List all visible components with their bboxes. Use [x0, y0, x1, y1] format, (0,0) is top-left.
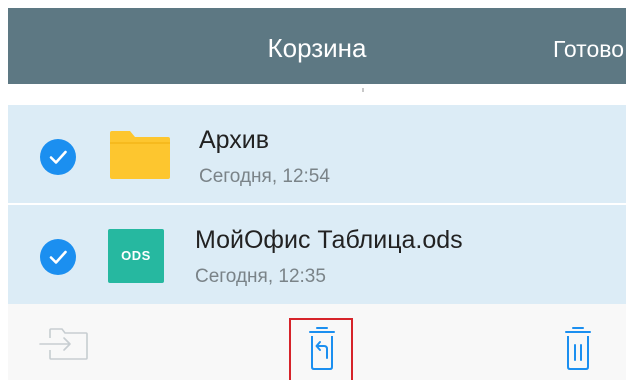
restore-button[interactable]	[289, 304, 355, 380]
file-date: Сегодня, 12:35	[195, 266, 326, 287]
screen: Корзина Готово Архив Сегодня, 12:54 ODS …	[0, 0, 631, 381]
folder-icon	[108, 129, 172, 186]
move-button[interactable]	[32, 304, 92, 380]
navigation-bar: Корзина Готово	[8, 8, 626, 84]
ods-file-icon: ODS	[108, 229, 164, 283]
file-date: Сегодня, 12:54	[199, 166, 330, 187]
page-title: Корзина	[267, 33, 367, 63]
done-button[interactable]: Готово	[553, 34, 624, 64]
app-window: Корзина Готово Архив Сегодня, 12:54 ODS …	[8, 8, 626, 380]
delete-permanently-icon	[565, 327, 591, 370]
delete-button[interactable]	[554, 304, 604, 380]
scroll-indicator	[362, 88, 364, 92]
list-item[interactable]: Архив Сегодня, 12:54	[8, 105, 626, 205]
list-item[interactable]: ODS МойОфис Таблица.ods Сегодня, 12:35	[8, 205, 626, 303]
file-list: Архив Сегодня, 12:54 ODS МойОфис Таблица…	[8, 105, 626, 304]
move-to-folder-icon	[39, 328, 88, 360]
file-type-label: ODS	[121, 248, 151, 263]
file-name: Архив	[199, 126, 270, 154]
checkmark-icon[interactable]	[40, 139, 76, 175]
file-name: МойОфис Таблица.ods	[195, 226, 463, 254]
checkmark-icon[interactable]	[40, 239, 76, 275]
restore-icon	[309, 327, 335, 370]
bottom-toolbar	[8, 304, 626, 380]
